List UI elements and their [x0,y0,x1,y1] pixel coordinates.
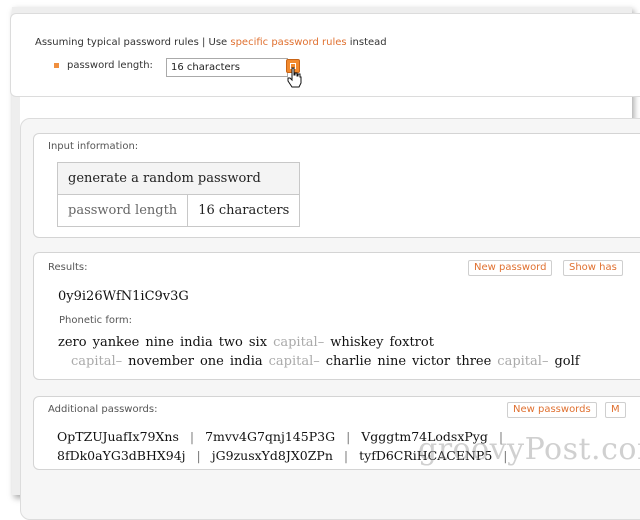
additional-password: 8fDk0aYG3dBHX94j [57,448,186,463]
phonetic-form-title: Phonetic form: [59,315,133,326]
phonetic-word: victor [412,354,451,369]
hand-cursor-icon [287,67,302,88]
specific-rules-link[interactable]: specific password rules [230,37,346,48]
show-hash-button[interactable]: Show has [563,260,623,276]
additional-password: OpTZUJuafIx79Xns [57,429,179,444]
phonetic-word: whiskey [330,335,384,350]
input-header-cell: generate a random password [56,162,301,195]
separator: | [189,429,195,444]
input-value-cell: 16 characters [187,194,301,227]
watermark-text: groovyPost.com [418,432,640,467]
new-passwords-button[interactable]: New passwords [507,402,597,418]
table-row: generate a random password [56,162,301,195]
more-button[interactable]: M [605,402,626,418]
phonetic-word: nine [145,335,174,350]
phonetic-word: golf [554,354,580,369]
separator: | [343,448,349,463]
bullet-icon [54,63,59,68]
phonetic-word: nine [377,354,407,369]
capital-marker: capital– [273,335,325,350]
phonetic-word: two [218,335,243,350]
phonetic-word: three [456,354,492,369]
phonetic-line-1: zero yankee nine india two six capital– whiskey… [58,335,440,350]
separator: | [196,448,201,463]
capital-marker: capital– [497,354,549,369]
input-key-cell: password length [56,194,189,227]
assumption-line: Assuming typical password rules | Use sp… [35,37,387,48]
phonetic-word: india [229,354,263,369]
additional-password: jG9zusxYd8JX0ZPn [211,448,333,463]
phonetic-line-2: capital– november one india capital– charlie n… [71,354,586,369]
phonetic-word: charlie [325,354,372,369]
phonetic-word: yankee [92,335,140,350]
password-length-input[interactable] [166,58,288,77]
table-row: password length 16 characters [56,194,301,227]
results-title: Results: [48,262,88,273]
phonetic-word: zero [58,335,87,350]
additional-password: 7mvv4G7qnj145P3G [205,429,336,444]
assumption-prefix: Assuming typical password rules | Use [35,37,228,48]
assumption-suffix: instead [349,37,387,48]
input-information-table: generate a random password password leng… [56,162,301,227]
phonetic-word: india [179,335,213,350]
capital-marker: capital– [268,354,320,369]
new-password-button[interactable]: New password [468,260,553,276]
settings-box [10,13,640,97]
results-pod: Results: New password Show has 0y9i26WfN… [33,252,640,380]
additional-passwords-title: Additional passwords: [48,404,158,415]
capital-marker: capital– [71,354,123,369]
generated-password: 0y9i26WfN1iC9v3G [58,289,189,304]
phonetic-word: november [128,354,194,369]
phonetic-word: foxtrot [389,335,434,350]
input-information-title: Input information: [48,141,139,152]
input-information-pod: Input information: generate a random pas… [33,133,640,238]
phonetic-word: six [248,335,268,350]
password-length-label: password length: [67,60,153,71]
phonetic-word: one [199,354,224,369]
separator: | [346,429,351,444]
